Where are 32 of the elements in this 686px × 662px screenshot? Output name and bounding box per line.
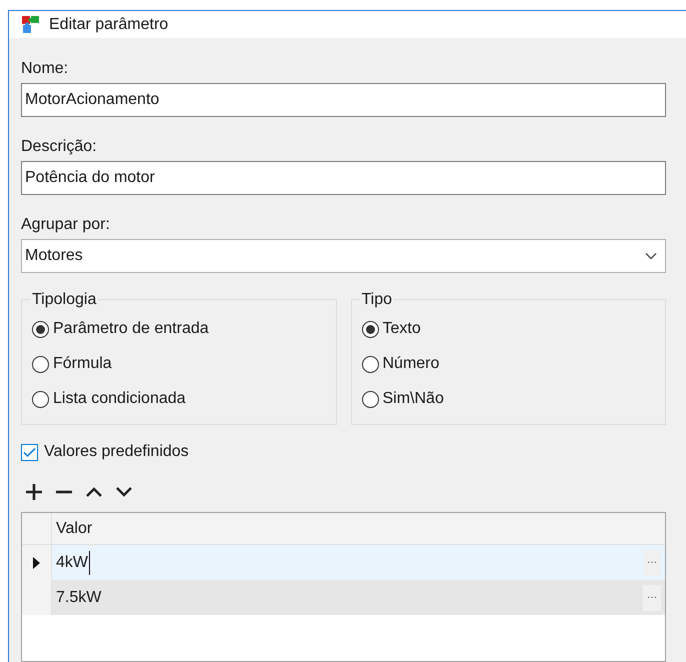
radio-button[interactable]	[32, 320, 49, 338]
radio-button[interactable]	[362, 356, 378, 372]
radio-button[interactable]	[362, 320, 378, 338]
puzzle-icon	[21, 14, 41, 34]
checkbox[interactable]	[21, 444, 38, 460]
radio-label: Número	[382, 354, 440, 374]
field-label: Descrição:	[21, 137, 98, 157]
radio-label: Texto	[382, 319, 421, 339]
radio-label: Fórmula	[53, 354, 112, 374]
plus-icon[interactable]	[24, 482, 44, 502]
field-label: Agrupar por:	[21, 215, 111, 235]
radio-button[interactable]	[362, 390, 378, 408]
window-title: Editar parâmetro	[49, 14, 168, 34]
dropdown[interactable]: Motores	[21, 239, 666, 273]
radio-button[interactable]	[32, 390, 49, 408]
column-header: Valor	[55, 518, 94, 538]
checkbox-label: Valores predefinidos	[44, 442, 189, 462]
radio-label: Parâmetro de entrada	[53, 319, 209, 339]
text-field[interactable]: MotorAcionamento	[21, 83, 666, 117]
field-label: Nome:	[21, 59, 70, 79]
text-field[interactable]: Potência do motor	[21, 161, 666, 195]
chevron-down-icon	[645, 252, 657, 260]
table-cell: 4kW	[56, 550, 90, 574]
table-row[interactable]: 4kW ···	[22, 545, 665, 580]
row-pointer-icon	[33, 556, 40, 568]
radio-button[interactable]	[32, 356, 49, 372]
ellipsis-button[interactable]: ···	[643, 584, 661, 610]
radio-label: Sim\Não	[382, 389, 444, 409]
table-row[interactable]: 7.5kW ···	[22, 580, 665, 615]
ellipsis-button[interactable]: ···	[643, 550, 661, 576]
radio-label: Lista condicionada	[53, 389, 186, 409]
table-cell-text: 7.5kW	[56, 588, 102, 608]
